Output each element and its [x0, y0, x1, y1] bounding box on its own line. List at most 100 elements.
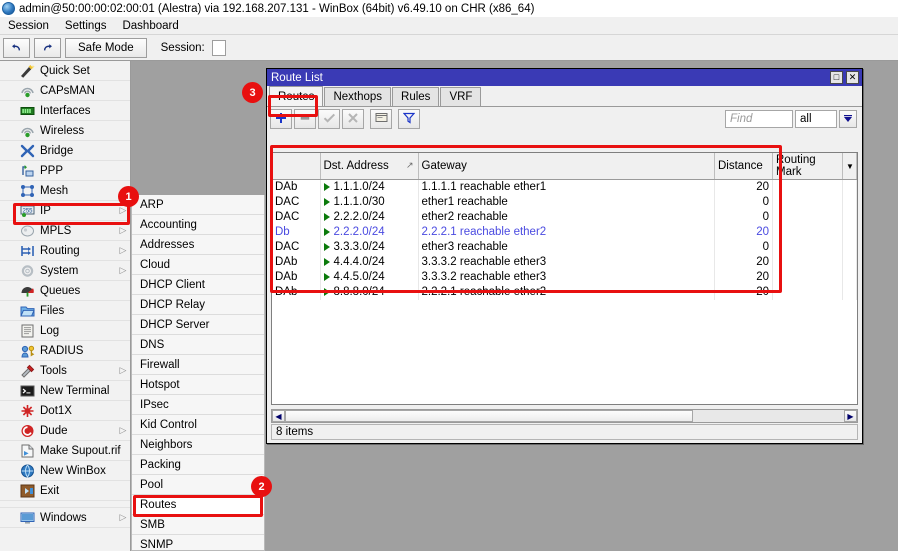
route-list-tab-nexthops[interactable]: Nexthops	[324, 87, 391, 106]
sidebar-item-system[interactable]: System▷	[0, 261, 130, 281]
ip-submenu-item-snmp[interactable]: SNMP	[132, 535, 264, 551]
routes-table-row[interactable]: DAC1.1.1.0/30ether1 reachable0	[272, 195, 857, 210]
session-input[interactable]	[212, 40, 226, 56]
sidebar-item-dude[interactable]: Dude▷	[0, 421, 130, 441]
chevron-right-icon: ▷	[118, 225, 128, 236]
redo-button[interactable]	[34, 38, 61, 58]
route-list-tab-routes[interactable]: Routes	[269, 86, 323, 106]
remove-route-button[interactable]	[294, 109, 316, 129]
routes-table-row[interactable]: DAC2.2.2.0/24ether2 reachable0	[272, 210, 857, 225]
sidebar-item-label: Interfaces	[40, 105, 130, 117]
supout-file-icon	[20, 444, 35, 458]
route-list-table-container[interactable]: Dst. Address Gateway Distance Routing Ma…	[271, 152, 858, 405]
sidebar-item-dot1x[interactable]: Dot1X	[0, 401, 130, 421]
scroll-right-icon[interactable]: ▶	[844, 410, 857, 422]
undo-button[interactable]	[3, 38, 30, 58]
sidebar-item-new-terminal[interactable]: New Terminal	[0, 381, 130, 401]
add-route-button[interactable]	[270, 109, 292, 129]
find-scope-select[interactable]: all	[795, 110, 837, 128]
sidebar-item-windows[interactable]: Windows▷	[0, 508, 130, 528]
ip-submenu-item-kid-control[interactable]: Kid Control	[132, 415, 264, 435]
sidebar-item-exit[interactable]: Exit	[0, 481, 130, 501]
sidebar-item-bridge[interactable]: Bridge	[0, 141, 130, 161]
scrollbar-track[interactable]	[285, 410, 844, 422]
menu-item-settings[interactable]: Settings	[57, 19, 115, 33]
sidebar-item-capsman[interactable]: CAPsMAN	[0, 81, 130, 101]
plus-icon	[275, 112, 287, 127]
routes-table-row[interactable]: DAb8.8.8.0/242.2.2.1 reachable ether220	[272, 285, 857, 300]
sidebar-item-tools[interactable]: Tools▷	[0, 361, 130, 381]
ip-submenu-item-pool[interactable]: Pool	[132, 475, 264, 495]
routes-table-row[interactable]: DAC3.3.3.0/24ether3 reachable0	[272, 240, 857, 255]
route-list-tab-rules[interactable]: Rules	[392, 87, 439, 106]
sidebar-item-new-winbox[interactable]: New WinBox	[0, 461, 130, 481]
sidebar-item-radius[interactable]: RADIUS	[0, 341, 130, 361]
column-header-distance[interactable]: Distance	[715, 153, 773, 180]
route-row-end	[843, 225, 857, 240]
menu-item-session[interactable]: Session	[0, 19, 57, 33]
dropdown-arrow-icon[interactable]	[839, 110, 857, 128]
sidebar-item-mesh[interactable]: Mesh	[0, 181, 130, 201]
chevron-right-icon: ▷	[118, 265, 128, 276]
ip-submenu-item-addresses[interactable]: Addresses	[132, 235, 264, 255]
sidebar-item-files[interactable]: Files	[0, 301, 130, 321]
ip-submenu-item-dns[interactable]: DNS	[132, 335, 264, 355]
ip-submenu-item-packing[interactable]: Packing	[132, 455, 264, 475]
routes-table-row[interactable]: DAb4.4.4.0/243.3.3.2 reachable ether320	[272, 255, 857, 270]
column-header-gateway[interactable]: Gateway	[418, 153, 715, 180]
sidebar-item-wireless[interactable]: Wireless	[0, 121, 130, 141]
ip-submenu-item-dhcp-relay[interactable]: DHCP Relay	[132, 295, 264, 315]
ip-submenu-item-accounting[interactable]: Accounting	[132, 215, 264, 235]
column-header-dst-address[interactable]: Dst. Address	[320, 153, 418, 180]
ip-submenu-item-hotspot[interactable]: Hotspot	[132, 375, 264, 395]
route-list-horizontal-scrollbar[interactable]: ◀ ▶	[271, 409, 858, 423]
route-routing-mark	[773, 270, 843, 285]
maximize-icon[interactable]: □	[830, 71, 843, 84]
sidebar-item-queues[interactable]: Queues	[0, 281, 130, 301]
ip-submenu-item-cloud[interactable]: Cloud	[132, 255, 264, 275]
safe-mode-button[interactable]: Safe Mode	[65, 38, 147, 58]
sidebar-item-quick-set[interactable]: Quick Set	[0, 61, 130, 81]
enable-route-button[interactable]	[318, 109, 340, 129]
column-header-flags[interactable]	[272, 153, 320, 180]
ip-submenu-item-dhcp-server[interactable]: DHCP Server	[132, 315, 264, 335]
ip-submenu-item-smb[interactable]: SMB	[132, 515, 264, 535]
close-icon[interactable]: ✕	[846, 71, 859, 84]
scrollbar-thumb[interactable]	[285, 410, 693, 422]
route-gateway: 3.3.3.2 reachable ether3	[418, 270, 715, 285]
routes-table-row[interactable]: DAb1.1.1.0/241.1.1.1 reachable ether120	[272, 180, 857, 195]
routes-table-row[interactable]: Db2.2.2.0/242.2.2.1 reachable ether220	[272, 225, 857, 240]
route-arrow-icon	[324, 228, 330, 236]
sidebar-item-mpls[interactable]: MPLS▷	[0, 221, 130, 241]
route-distance: 0	[715, 210, 773, 225]
sidebar-item-make-supout-rif[interactable]: Make Supout.rif	[0, 441, 130, 461]
find-input[interactable]: Find	[725, 110, 793, 128]
sidebar-item-log[interactable]: Log	[0, 321, 130, 341]
ip-submenu-item-firewall[interactable]: Firewall	[132, 355, 264, 375]
route-list-title: Route List	[271, 72, 830, 84]
annotation-badge-3: 3	[242, 82, 263, 103]
ip-submenu-item-label: Accounting	[140, 219, 197, 231]
menu-item-dashboard[interactable]: Dashboard	[114, 19, 186, 33]
sidebar-item-ppp[interactable]: PPP	[0, 161, 130, 181]
comment-route-button[interactable]	[370, 109, 392, 129]
ip-submenu-item-neighbors[interactable]: Neighbors	[132, 435, 264, 455]
sidebar-item-ip[interactable]: 255IP▷	[0, 201, 130, 221]
disable-route-button[interactable]	[342, 109, 364, 129]
column-header-routing-mark[interactable]: Routing Mark	[773, 153, 843, 180]
filter-route-button[interactable]	[398, 109, 420, 129]
windows-monitor-icon	[20, 511, 35, 525]
route-list-toolbar: Find all	[267, 107, 862, 131]
ip-submenu-item-arp[interactable]: ARP	[132, 195, 264, 215]
sidebar-item-routing[interactable]: Routing▷	[0, 241, 130, 261]
ip-submenu-item-routes[interactable]: Routes	[132, 495, 264, 515]
funnel-filter-icon	[403, 112, 415, 127]
route-list-tab-vrf[interactable]: VRF	[440, 87, 481, 106]
column-chooser-icon[interactable]: ▼	[843, 153, 857, 180]
ip-submenu-item-dhcp-client[interactable]: DHCP Client	[132, 275, 264, 295]
sidebar-item-interfaces[interactable]: Interfaces	[0, 101, 130, 121]
routes-table-row[interactable]: DAb4.4.5.0/243.3.3.2 reachable ether320	[272, 270, 857, 285]
scroll-left-icon[interactable]: ◀	[272, 410, 285, 422]
ip-submenu-item-ipsec[interactable]: IPsec	[132, 395, 264, 415]
route-flags: DAC	[272, 210, 320, 225]
